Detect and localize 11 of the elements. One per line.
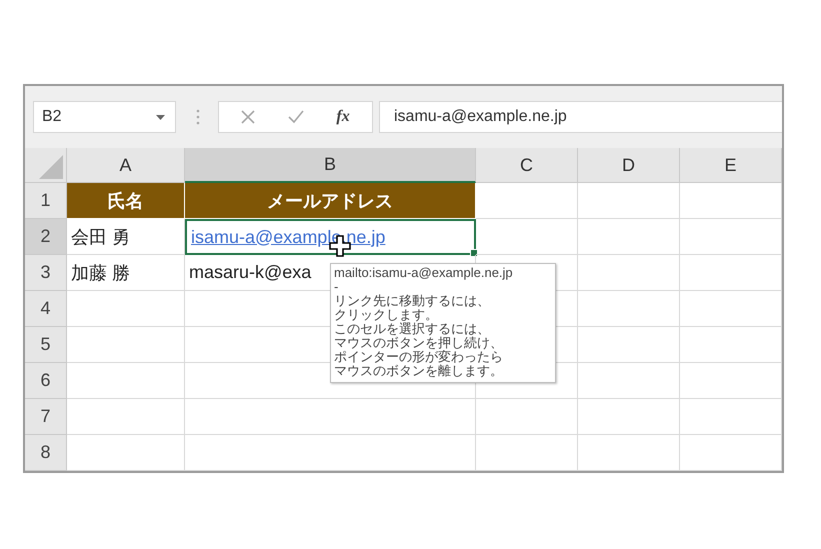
tooltip-line: ポインターの形が変わったら xyxy=(334,350,504,364)
tooltip-line: リンク先に移動するには、 xyxy=(334,294,491,308)
tooltip-line: このセルを選択するには、 xyxy=(334,322,491,336)
tooltip-line: マウスのボタンを離します。 xyxy=(334,364,504,378)
header-cell: 氏名 xyxy=(67,183,185,219)
tooltip-line: クリックします。 xyxy=(334,308,439,322)
header-cell: メールアドレス xyxy=(185,183,476,219)
tooltip-line: マウスのボタンを押し続け、 xyxy=(334,336,504,350)
table-cell: 会田 勇 xyxy=(67,219,185,255)
table-cell: 加藤 勝 xyxy=(67,255,185,291)
tooltip-separator: - xyxy=(334,280,338,294)
